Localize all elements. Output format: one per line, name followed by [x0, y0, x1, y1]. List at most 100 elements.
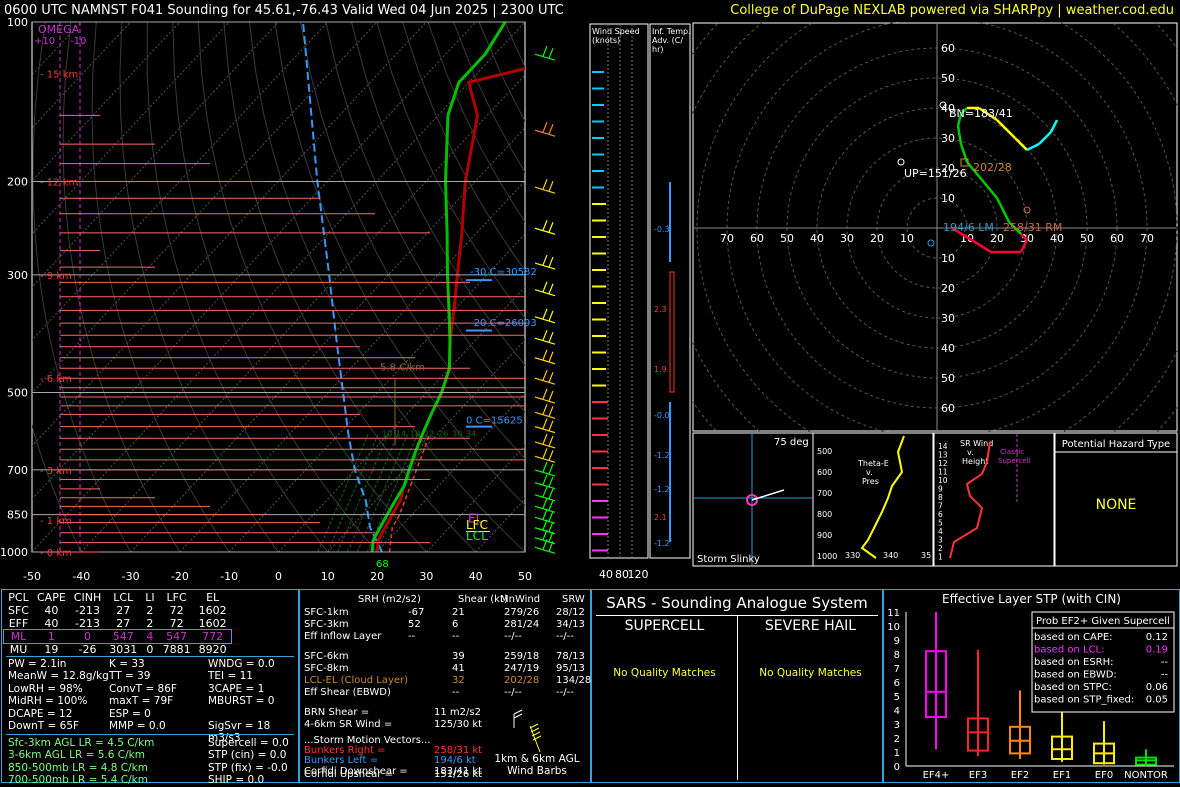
stp-y-tick: 4: [894, 706, 900, 717]
parcel-cell: 27: [116, 604, 131, 617]
prob-label: based on STP_fixed:: [1034, 695, 1134, 706]
tadv-label: -1.2: [654, 451, 670, 460]
index-line: 3CAPE = 1: [208, 682, 265, 695]
index-line: DownT = 65F: [8, 720, 80, 733]
srwind-classic: Classic: [1000, 448, 1024, 456]
parcel-cell: 40: [44, 604, 59, 617]
thetae-y-tick: 600: [817, 468, 832, 477]
hodo-y-tick: 10: [941, 192, 955, 205]
tadv-label: -0.0: [654, 411, 670, 420]
kinematic-cell: -67: [408, 607, 425, 618]
hodo-x-tick: 70: [1140, 232, 1154, 245]
stp-category: EF4+: [923, 770, 950, 781]
kinematics-panel: SRH (m2/s2) Shear (kt) MnWind SRW SFC-1km -67…: [299, 589, 591, 783]
kinematic-cell: 52: [408, 619, 421, 630]
wind-barb-flag: [548, 406, 554, 417]
wind-barb-flag: [542, 308, 548, 320]
kinematic-cell: --: [452, 631, 460, 642]
temp-tick: -20: [171, 570, 189, 583]
temp-tick: 20: [370, 570, 384, 583]
parcel-cell: 0: [146, 643, 154, 656]
thetae-y-tick: 700: [817, 489, 832, 498]
stp-y-tick: 11: [887, 608, 900, 619]
wind-barb-flag: [548, 463, 554, 475]
mixing-ratio-label: 34: [466, 429, 476, 438]
parcel-cell: 2: [146, 604, 154, 617]
speed-tick: 40: [599, 568, 613, 581]
temp-tick: 0: [275, 570, 282, 583]
parcel-cell: 1602: [198, 604, 227, 617]
parcel-cell: 72: [169, 604, 184, 617]
sars-supercell-title: SUPERCELL: [624, 618, 705, 634]
kinematic-cell: --: [452, 687, 460, 698]
parcel-cell: 4: [146, 630, 154, 643]
wind-barb-flag: [542, 418, 548, 429]
kinematic-cell: Eff Shear (EBWD): [304, 687, 391, 698]
lm-label: 194/6 LM: [943, 221, 994, 234]
wind-barb: [534, 337, 556, 345]
parcel-header: PCL: [8, 591, 29, 604]
indices-col3: WNDG = 0.0 TEI = 11 3CAPE = 1 MBURST = 0 Si…: [208, 658, 298, 745]
mixing-ratio-label: 26: [438, 429, 448, 438]
wind-barb-flag: [548, 123, 554, 135]
pressure-tick: 700: [7, 464, 28, 477]
wind-barb: [534, 129, 556, 137]
slinky-angle: 75 deg: [774, 437, 809, 448]
kinematic-cell: SFC-3km: [304, 619, 349, 630]
parcel-cell: 2: [146, 617, 154, 630]
parcel-cell: 27: [116, 617, 131, 630]
thetae-title-2: v.: [866, 468, 873, 477]
height-label: - 9 km: [40, 271, 72, 282]
kinematic-cell: 125/30 kt: [434, 719, 483, 730]
wind-barb-flag: [542, 329, 548, 341]
hodo-y-tick: 50: [941, 372, 955, 385]
tadv-bar: [669, 271, 675, 393]
index-line: 850-500mb LR = 4.8 C/km: [8, 761, 148, 774]
inset-panels: 75 degStorm SlinkyTheta-Ev.Pres500600700…: [692, 432, 1178, 567]
height-label: - 0 km: [40, 548, 72, 559]
index-line: TEI = 11: [208, 670, 253, 683]
hazard-value: NONE: [1096, 497, 1137, 513]
thetae-y-tick: 500: [817, 447, 832, 456]
mean-wind-label: 202/28: [973, 161, 1012, 174]
stp-chart: 0 1 2 3 4 5 6 7 8 9 10 11 EF4+ EF3 EF2 EF1 EF0 NONTOR Prob…: [887, 608, 1175, 781]
parcel-header: CAPE: [37, 591, 66, 604]
mixing-ratio-label: 30: [452, 429, 462, 438]
hodo-y-tick: 30: [941, 132, 955, 145]
hodo-x-tick: 40: [810, 232, 824, 245]
index-line: SHIP = 0.0: [208, 774, 265, 787]
wind-barb-flag: [542, 281, 548, 292]
indices-col1: PW = 2.1in MeanW = 12.8g/kg LowRH = 98% Mid…: [8, 658, 109, 732]
stp-category: NONTOR: [1124, 770, 1168, 781]
prob-value: --: [1161, 657, 1169, 668]
mixing-ratio-label: 22: [424, 429, 434, 438]
sars-hail-title: SEVERE HAIL: [764, 618, 857, 634]
isotherm: [524, 551, 525, 552]
index-line: [208, 708, 298, 720]
kinematic-cell: --/--: [504, 631, 522, 642]
wind-barb-flag: [548, 531, 554, 542]
thermo-panel: PCL CAPE CINH LCL LI LFC EL SFC 40 -213 27 2 72 1602…: [1, 589, 299, 787]
corfidi-upshear-value: 151/26 kt: [434, 769, 483, 780]
wind-barb-flag: [542, 509, 548, 520]
parcel-cell: 8920: [198, 643, 227, 656]
srwind-y-tick: 1: [938, 553, 943, 562]
wind-barb: [534, 262, 556, 270]
prob-value: --: [1161, 670, 1169, 681]
index-line: Sfc-3km AGL LR = 4.5 C/km: [8, 737, 155, 749]
pressure-tick: 1000: [0, 546, 28, 559]
hodo-y-tick: 10: [941, 252, 955, 265]
speed-title: Wind Speed: [592, 27, 640, 36]
hodo-x-tick: 60: [1110, 232, 1124, 245]
kinematic-cell: 21: [452, 607, 465, 618]
stp-category: EF2: [1011, 770, 1029, 781]
wind-barb-flag: [542, 45, 548, 57]
rm-label: 258/31 RM: [1003, 221, 1062, 234]
hodo-x-tick: 30: [840, 232, 854, 245]
temp-tick: 40: [469, 570, 483, 583]
prob-label: based on ESRH:: [1034, 657, 1114, 668]
hodo-x-tick: 10: [900, 232, 914, 245]
parcel-cell: 0: [84, 630, 92, 643]
wind-barb: [534, 482, 556, 490]
wind-barb-flag: [548, 256, 554, 268]
